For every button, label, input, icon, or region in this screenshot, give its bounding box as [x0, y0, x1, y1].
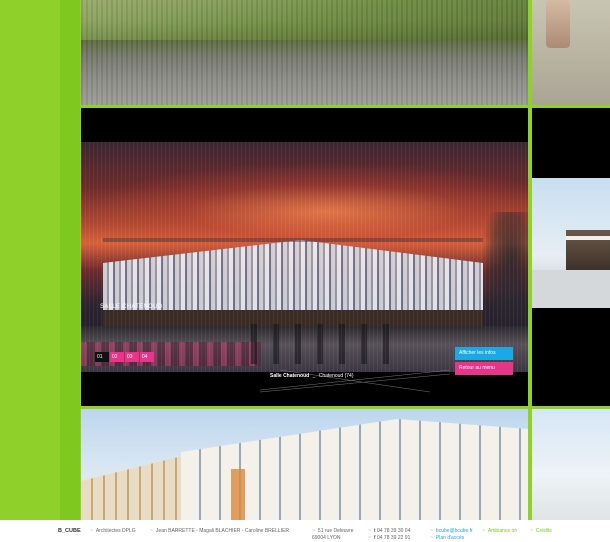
figure-shape [546, 0, 570, 48]
tilde-separator-icon: ~ [530, 528, 533, 534]
left-green-inner-strip [60, 0, 80, 520]
address-line-1: ~51 rue Deleuvre [312, 528, 354, 534]
site-footer: B_CUBE ~ Architectes DPLG ~ Jean BARRETTE … [0, 520, 610, 542]
fax-value: 04 78 39 22 91 [376, 535, 411, 541]
email-text: bcube@bcube.fr [435, 528, 473, 534]
ambiance-toggle[interactable]: ~ Ambiance on [482, 528, 517, 534]
thumb-building-band [566, 236, 610, 240]
project-render-image: SALLE CHATENOUD [81, 142, 528, 372]
tilde-separator-icon: ~ [430, 528, 433, 534]
portfolio-stage: SALLE CHATENOUD 01 02 03 04 Afficher les… [0, 0, 610, 520]
pager-item-1[interactable]: 01 [95, 352, 109, 362]
bottom-project-thumbnail[interactable] [81, 409, 528, 520]
phone-prefix: t [373, 528, 376, 534]
phone-number: ~ t 04 78 39 30 04 [368, 528, 410, 534]
thumb-ground [532, 270, 610, 308]
building-sign: SALLE CHATENOUD [100, 304, 163, 310]
partners-names: ~ Jean BARRETTE - Magali BLACHIER - Carol… [150, 528, 289, 534]
fax-number: ~ f 04 78 39 22 91 [368, 535, 410, 541]
back-to-menu-button[interactable]: Retour au menu [455, 362, 513, 375]
top-right-thumbnail[interactable] [532, 0, 610, 105]
brand-name: B_CUBE [58, 528, 81, 534]
project-location: Chatenoud (74) [318, 373, 354, 379]
address-street: 51 rue Deleuvre [317, 528, 354, 534]
sketch-accent [231, 469, 245, 520]
caption-separator: _ [312, 373, 316, 379]
image-pager: 01 02 03 04 [95, 352, 154, 362]
partners-text: Jean BARRETTE - Magali BLACHIER - Caroli… [155, 528, 290, 534]
pager-item-4[interactable]: 04 [140, 352, 154, 362]
tilde-separator-icon: ~ [368, 528, 371, 534]
top-project-thumbnail[interactable] [81, 0, 528, 105]
address-line-2: 69004 LYON [312, 535, 341, 541]
tilde-separator-icon: ~ [312, 528, 315, 534]
left-green-strip [0, 0, 60, 520]
right-project-thumbnail[interactable] [532, 178, 610, 308]
right-green-divider [528, 0, 532, 520]
show-info-button[interactable]: Afficher les infos [455, 347, 513, 360]
map-text: Plan d'accès [435, 535, 465, 541]
ambiance-text: Ambiance on [487, 528, 518, 534]
tilde-separator-icon: ~ [150, 528, 153, 534]
architects-text: Architectes DPLG [95, 528, 136, 534]
credits-text: Crédits [535, 528, 552, 534]
architects-label: ~ Architectes DPLG [90, 528, 136, 534]
texture-layer [81, 0, 528, 105]
fax-prefix: f [373, 535, 376, 541]
pager-item-3[interactable]: 03 [125, 352, 139, 362]
tilde-separator-icon: ~ [368, 535, 371, 541]
map-link[interactable]: ~ Plan d'accès [430, 535, 464, 541]
bottom-right-thumbnail[interactable] [532, 409, 610, 520]
project-caption: Salle Chatenoud _ Chatenoud (74) [270, 373, 354, 379]
image-scanlines [81, 142, 528, 372]
email-link[interactable]: ~ bcube@bcube.fr [430, 528, 473, 534]
pager-item-2[interactable]: 02 [110, 352, 124, 362]
credits-link[interactable]: ~ Crédits [530, 528, 552, 534]
tilde-separator-icon: ~ [482, 528, 485, 534]
tilde-separator-icon: ~ [90, 528, 93, 534]
tilde-separator-icon: ~ [430, 535, 433, 541]
phone-value: 04 78 39 30 04 [376, 528, 411, 534]
project-title: Salle Chatenoud [270, 373, 310, 379]
